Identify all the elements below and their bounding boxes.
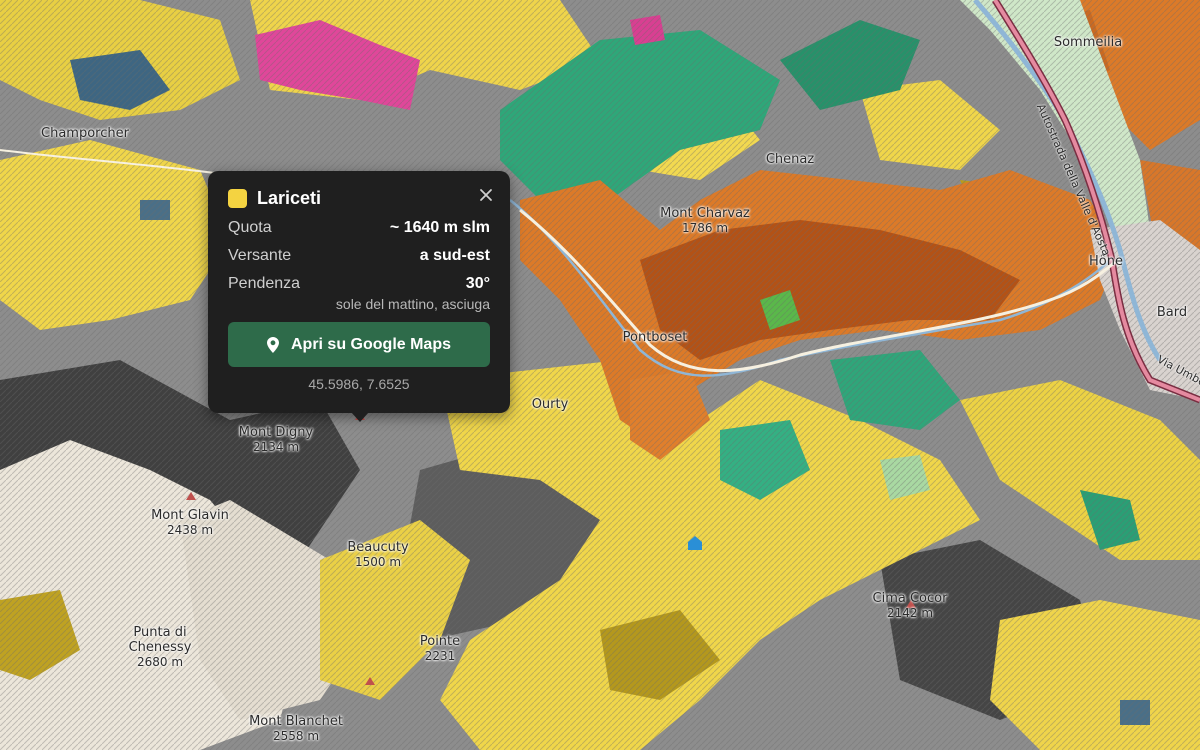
place-label-cima-cocor: Cima Cocor 2142 m bbox=[872, 591, 948, 620]
open-google-maps-label: Apri su Google Maps bbox=[290, 335, 451, 353]
place-label-mont-blanchet: Mont Blanchet 2558 m bbox=[249, 714, 343, 743]
popup-note: sole del mattino, asciuga bbox=[335, 296, 490, 312]
row-key: Pendenza bbox=[228, 275, 301, 292]
popup-header: Lariceti bbox=[228, 187, 490, 209]
place-label-mont-charvaz: Mont Charvaz 1786 m bbox=[660, 206, 750, 235]
feature-popup: Lariceti Quota ~ 1640 m slm Versante a s… bbox=[208, 171, 510, 422]
place-label-pointe: Pointe 2231 bbox=[419, 634, 461, 663]
row-key: Versante bbox=[228, 247, 292, 264]
popup-row-quota: Quota ~ 1640 m slm bbox=[228, 219, 490, 237]
place-label-champorcher: Champorcher bbox=[41, 126, 129, 141]
popup-close-button[interactable] bbox=[476, 185, 496, 205]
popup-pointer bbox=[351, 412, 369, 422]
place-label-ourty: Ourty bbox=[531, 397, 569, 412]
place-label-hone: Hône bbox=[1089, 254, 1123, 269]
map-pin-icon bbox=[266, 336, 279, 353]
legend-swatch bbox=[228, 188, 247, 208]
popup-coordinates: 45.5986, 7.6525 bbox=[308, 376, 410, 392]
row-key: Quota bbox=[228, 219, 272, 236]
place-label-sommeilia: Sommeilia bbox=[1053, 35, 1123, 50]
row-value: 30° bbox=[465, 275, 490, 292]
row-value: ~ 1640 m slm bbox=[389, 219, 490, 236]
place-label-mont-glavin: Mont Glavin 2438 m bbox=[151, 508, 229, 537]
open-google-maps-button[interactable]: Apri su Google Maps bbox=[228, 322, 490, 367]
vegetation-map[interactable]: Champorcher Mont Digny 2134 m Mont Glavin… bbox=[0, 0, 1200, 750]
place-label-bard: Bard bbox=[1156, 305, 1188, 320]
place-label-beaucuty: Beaucuty 1500 m bbox=[347, 540, 409, 569]
place-label-mont-digny: Mont Digny 2134 m bbox=[238, 425, 314, 454]
place-label-chenaz: Chenaz bbox=[765, 152, 815, 167]
popup-row-pendenza: Pendenza 30° bbox=[228, 275, 490, 293]
row-value: a sud-est bbox=[419, 247, 490, 264]
popup-title: Lariceti bbox=[257, 187, 322, 208]
close-icon bbox=[480, 189, 492, 201]
place-label-pontboset: Pontboset bbox=[622, 330, 688, 345]
popup-row-versante: Versante a sud-est bbox=[228, 247, 490, 265]
place-label-punta-chenessy: Punta di Chenessy 2680 m bbox=[128, 625, 192, 669]
